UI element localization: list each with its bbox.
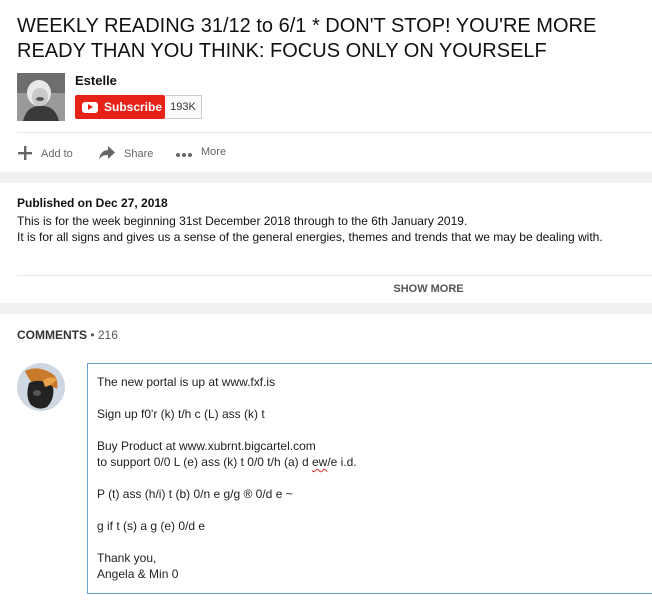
comment-text-line: Thank you,: [97, 551, 157, 565]
comments-label: COMMENTS: [17, 328, 87, 342]
comment-text-fragment: to support 0/0 L (e) ass (k) t 0/0 t/h (…: [97, 455, 312, 469]
youtube-logo-icon: [82, 101, 98, 113]
comment-text-line: Buy Product at www.xubrnt.bigcartel.com: [97, 439, 316, 453]
share-label: Share: [124, 147, 154, 160]
subscriber-count: 193K: [165, 95, 202, 119]
user-avatar: [17, 363, 65, 411]
video-info-card: WEEKLY READING 31/12 to 6/1 * DON'T STOP…: [0, 0, 652, 172]
channel-avatar[interactable]: [17, 73, 65, 121]
comment-text-line: The new portal is up at www.fxf.is: [97, 375, 276, 389]
comment-text-line: to support 0/0 L (e) ass (k) t 0/0 t/h (…: [97, 455, 357, 470]
channel-name[interactable]: Estelle: [75, 73, 117, 88]
comment-text-line: P (t) ass (h/i) t (b) 0/n e g/g ® 0/d e …: [97, 487, 293, 501]
comment-text-line: g if t (s) a g (e) 0/d e: [97, 519, 206, 533]
description-line: This is for the week beginning 31st Dece…: [17, 214, 468, 228]
add-to-label: Add to: [41, 147, 73, 160]
comment-text-line: Sign up f0'r (k) t/h c (L) ass (k) t: [97, 407, 265, 421]
subscribe-label: Subscribe: [104, 100, 163, 114]
comments-header: COMMENTS • 216: [17, 328, 118, 342]
divider: [17, 132, 652, 133]
published-date: Published on Dec 27, 2018: [17, 196, 168, 210]
share-button[interactable]: Share: [98, 145, 153, 162]
plus-icon: [17, 145, 33, 162]
comment-input[interactable]: The new portal is up at www.fxf.is Sign …: [87, 363, 652, 594]
comment-text-line: Angela & Min 0: [97, 567, 179, 581]
ellipsis-icon: [175, 145, 193, 159]
show-more-button[interactable]: SHOW MORE: [0, 283, 652, 295]
subscribe-button[interactable]: Subscribe: [75, 95, 165, 119]
more-label: More: [201, 146, 227, 158]
description-text: This is for the week beginning 31st Dece…: [17, 213, 652, 245]
description-line: It is for all signs and gives us a sense…: [17, 230, 603, 244]
add-to-button[interactable]: Add to: [17, 145, 73, 162]
more-button[interactable]: More: [175, 145, 226, 159]
comments-count: 216: [97, 328, 118, 342]
comment-text-fragment: /e i.d.: [327, 455, 357, 469]
comments-separator: •: [87, 328, 98, 342]
share-arrow-icon: [98, 145, 116, 162]
divider: [17, 275, 652, 276]
video-title: WEEKLY READING 31/12 to 6/1 * DON'T STOP…: [17, 15, 597, 62]
spellcheck-underline: ew: [311, 455, 328, 469]
